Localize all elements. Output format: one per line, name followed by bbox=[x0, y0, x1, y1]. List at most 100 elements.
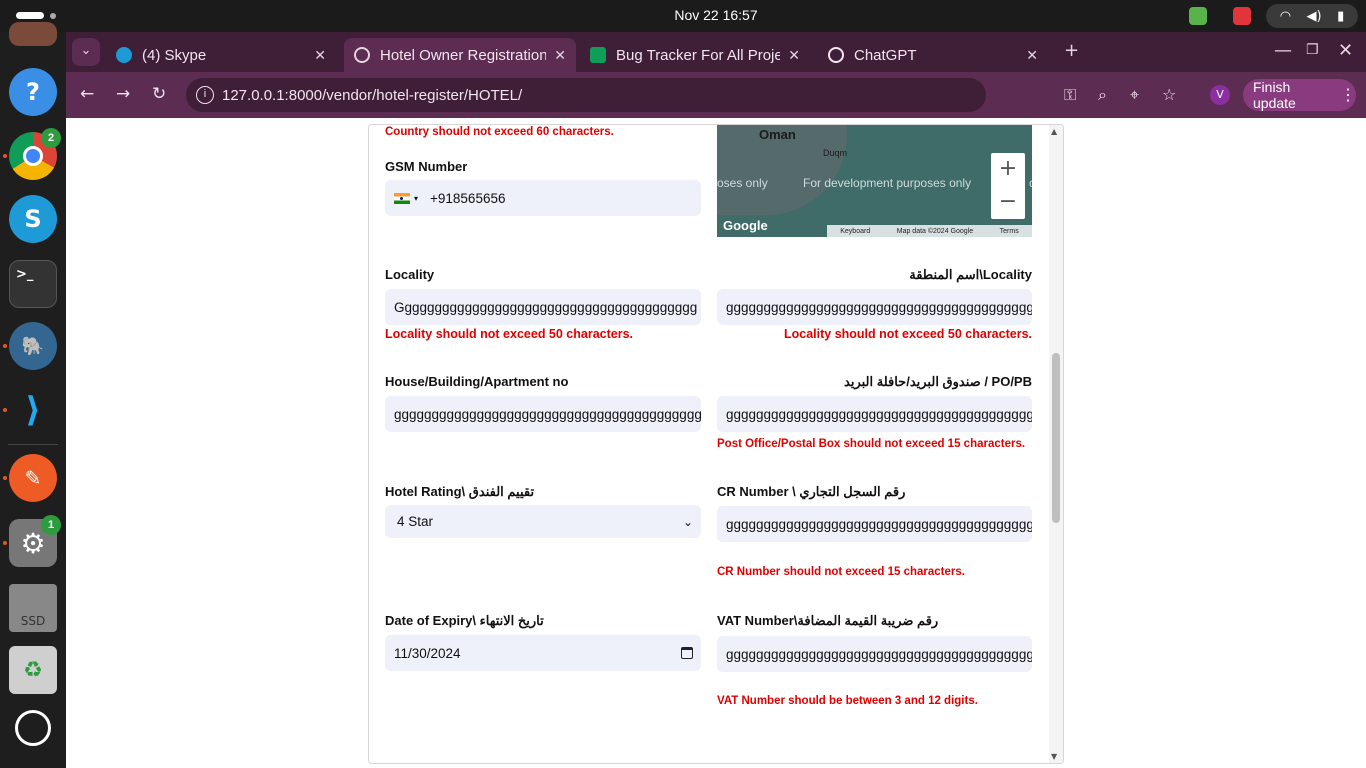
house-label: House/Building/Apartment no bbox=[385, 374, 569, 389]
system-clock[interactable]: Nov 22 16:57 bbox=[0, 7, 1366, 23]
tab-hotel-owner-registration[interactable]: Hotel Owner Registration ✕ bbox=[344, 38, 576, 72]
chatgpt-favicon bbox=[828, 47, 844, 63]
url-text: 127.0.0.1:8000/vendor/hotel-register/HOT… bbox=[222, 86, 523, 104]
profile-avatar[interactable]: V bbox=[1210, 85, 1230, 105]
chrome-running-dot bbox=[3, 154, 7, 158]
po-input[interactable]: gggggggggggggggggggggggggggggggggggggggg… bbox=[717, 396, 1032, 432]
show-apps-icon[interactable] bbox=[15, 710, 51, 746]
scroll-up-icon[interactable]: ▲ bbox=[1051, 127, 1057, 136]
postgres-running-dot bbox=[3, 344, 7, 348]
trash-icon[interactable]: ♻ bbox=[9, 646, 57, 694]
tab-title: Hotel Owner Registration bbox=[380, 46, 547, 64]
close-window-icon[interactable]: ✕ bbox=[1338, 40, 1353, 61]
locality-label: Locality bbox=[385, 267, 435, 282]
scroll-thumb[interactable] bbox=[1052, 353, 1060, 523]
vat-error: VAT Number should be between 3 and 12 di… bbox=[717, 695, 978, 707]
dock-partial-app-icon[interactable] bbox=[9, 22, 57, 46]
postgresql-icon[interactable]: 🐘 bbox=[9, 322, 57, 370]
close-tab-icon[interactable]: ✕ bbox=[1026, 47, 1038, 64]
locality-ar-error: Locality should not exceed 50 characters… bbox=[783, 327, 1032, 341]
back-icon[interactable]: ← bbox=[80, 84, 94, 104]
sheets-favicon bbox=[590, 47, 606, 63]
form-scrollbar[interactable]: ▲ ▼ bbox=[1049, 125, 1063, 763]
keyboard-shortcuts-link[interactable]: Keyboard bbox=[840, 228, 870, 235]
location-map[interactable]: Oman Duqm oses only For development purp… bbox=[717, 125, 1032, 237]
help-icon[interactable]: ? bbox=[9, 68, 57, 116]
anydesk-tray-icon[interactable] bbox=[1233, 7, 1251, 25]
cr-label: CR Number \ رقم السجل التجاري bbox=[717, 484, 906, 499]
hotel-rating-select[interactable]: 4 Star ⌄ bbox=[385, 505, 701, 538]
locality-input[interactable]: Gggggggggggggggggggggggggggggggggggggggg bbox=[385, 289, 701, 325]
map-city-label: Duqm bbox=[823, 148, 848, 158]
tab-chatgpt[interactable]: ChatGPT ✕ bbox=[818, 38, 1048, 72]
globe-favicon bbox=[354, 47, 370, 63]
country-error: Country should not exceed 60 characters. bbox=[385, 126, 614, 138]
po-label: صندوق البريد/حافلة البريد / PO/PB bbox=[844, 374, 1032, 389]
site-info-icon[interactable]: i bbox=[196, 86, 214, 104]
zoom-out-button[interactable]: − bbox=[991, 186, 1025, 219]
maximize-icon[interactable]: ❐ bbox=[1306, 42, 1319, 58]
hotel-rating-label: Hotel Rating\ تقييم الفندق bbox=[385, 484, 535, 499]
settings-badge: 1 bbox=[41, 515, 61, 535]
map-place-label: Oman bbox=[759, 127, 796, 142]
locality-ar-input[interactable]: gggggggggggggggggggggggggggggggggggggggg… bbox=[717, 289, 1032, 325]
postman-icon[interactable]: ✎ bbox=[9, 454, 57, 502]
chrome-badge: 2 bbox=[41, 128, 61, 148]
india-flag-icon[interactable] bbox=[394, 192, 410, 204]
new-tab-icon[interactable]: + bbox=[1064, 40, 1079, 61]
chrome-icon[interactable]: 2 bbox=[9, 128, 61, 180]
password-key-icon[interactable]: ⚿ bbox=[1064, 85, 1076, 105]
more-menu-icon[interactable]: ⋮ bbox=[1340, 85, 1356, 105]
tab-search-icon[interactable]: ⌄ bbox=[72, 38, 100, 66]
reload-icon[interactable]: ↻ bbox=[152, 84, 166, 104]
ssd-label: SSD bbox=[20, 614, 46, 628]
volume-icon: ◀) bbox=[1306, 8, 1322, 24]
tab-title: ChatGPT bbox=[854, 46, 917, 64]
expiry-date-input[interactable]: 11/30/2024 bbox=[385, 635, 701, 671]
zoom-icon[interactable]: ⌕ bbox=[1098, 85, 1107, 105]
terms-link[interactable]: Terms bbox=[1000, 228, 1019, 235]
settings-icon[interactable]: ⚙ 1 bbox=[9, 515, 61, 567]
address-bar[interactable]: i 127.0.0.1:8000/vendor/hotel-register/H… bbox=[186, 78, 986, 112]
finish-update-button[interactable]: Finish update ⋮ bbox=[1243, 79, 1356, 111]
postman-running-dot bbox=[3, 476, 7, 480]
hotel-rating-value: 4 Star bbox=[397, 514, 434, 529]
bookmark-star-icon[interactable]: ☆ bbox=[1162, 85, 1176, 104]
chevron-down-icon: ⌄ bbox=[682, 514, 693, 529]
locality-error: Locality should not exceed 50 characters… bbox=[385, 327, 634, 341]
location-icon[interactable]: ⌖ bbox=[1130, 85, 1139, 105]
dock-separator bbox=[8, 444, 58, 445]
browser-tab-strip: ⌄ (4) Skype ✕ Hotel Owner Registration ✕… bbox=[66, 32, 1366, 72]
zoom-in-button[interactable]: + bbox=[991, 153, 1025, 186]
battery-icon: ▮ bbox=[1337, 8, 1345, 24]
forward-icon[interactable]: → bbox=[116, 84, 130, 104]
scroll-down-icon[interactable]: ▼ bbox=[1051, 752, 1057, 761]
skype-icon[interactable]: S bbox=[9, 195, 57, 243]
update-tray-icon[interactable] bbox=[1189, 7, 1207, 25]
wifi-icon: ◠ bbox=[1279, 8, 1292, 24]
tab-title: (4) Skype bbox=[142, 46, 207, 64]
ssd-drive-icon[interactable]: SSD bbox=[9, 584, 57, 632]
country-code-dropdown-icon[interactable]: ▾ bbox=[414, 194, 418, 203]
registration-form-card: Country should not exceed 60 characters.… bbox=[368, 124, 1064, 764]
browser-toolbar: ← → ↻ i 127.0.0.1:8000/vendor/hotel-regi… bbox=[66, 72, 1366, 118]
minimize-icon[interactable]: — bbox=[1274, 40, 1292, 61]
vscode-icon[interactable]: ⟩ bbox=[9, 386, 57, 434]
system-top-bar: Nov 22 16:57 ◠ ◀) ▮ bbox=[0, 0, 1366, 32]
house-input[interactable]: gggggggggggggggggggggggggggggggggggggggg… bbox=[385, 396, 701, 432]
gsm-input[interactable]: ▾ +918565656 bbox=[385, 180, 701, 216]
tab-bug-tracker[interactable]: Bug Tracker For All Proje ✕ bbox=[580, 38, 810, 72]
system-menu[interactable]: ◠ ◀) ▮ bbox=[1266, 4, 1358, 28]
vat-input[interactable]: gggggggggggggggggggggggggggggggggggggggg… bbox=[717, 636, 1032, 672]
dock: ? 2 S >_ 🐘 ⟩ ✎ ⚙ 1 SSD ♻ bbox=[0, 22, 66, 768]
cr-input[interactable]: gggggggggggggggggggggggggggggggggggggggg… bbox=[717, 506, 1032, 542]
terminal-icon[interactable]: >_ bbox=[9, 260, 57, 308]
expiry-label: Date of Expiry\ تاريخ الانتهاء bbox=[385, 613, 544, 628]
tab-skype[interactable]: (4) Skype ✕ bbox=[106, 38, 336, 72]
close-tab-icon[interactable]: ✕ bbox=[314, 47, 326, 64]
po-error: Post Office/Postal Box should not exceed… bbox=[717, 438, 1026, 450]
close-tab-icon[interactable]: ✕ bbox=[788, 47, 800, 64]
map-watermark-right: c bbox=[1029, 176, 1032, 190]
close-tab-icon[interactable]: ✕ bbox=[554, 47, 566, 64]
calendar-icon[interactable] bbox=[681, 647, 693, 659]
